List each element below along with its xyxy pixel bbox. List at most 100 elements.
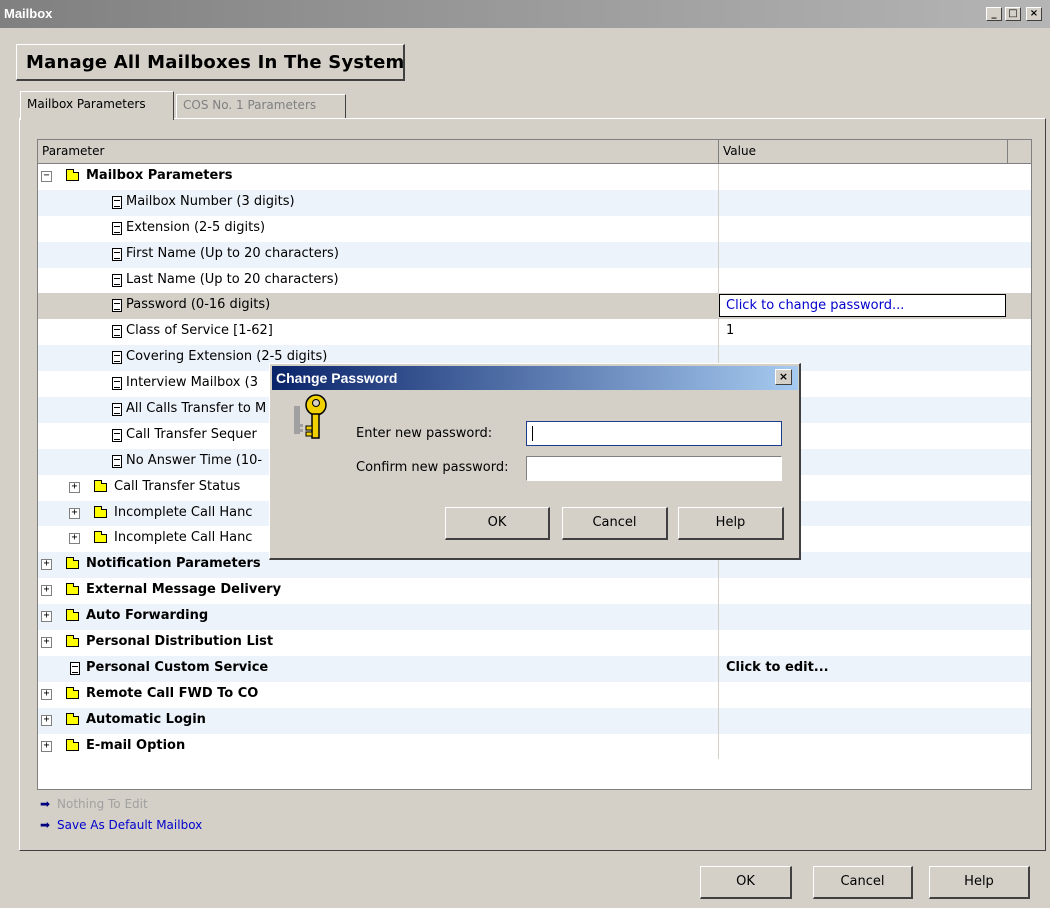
table-row[interactable]: Extension (2-5 digits) — [38, 215, 1031, 242]
arrow-right-icon: ➡ — [40, 797, 51, 811]
tab-cos-parameters[interactable]: COS No. 1 Parameters — [176, 94, 346, 118]
close-button[interactable]: × — [1026, 7, 1042, 21]
expand-icon[interactable]: + — [69, 481, 80, 493]
save-as-default-link[interactable]: ➡ Save As Default Mailbox — [40, 818, 202, 839]
expand-icon[interactable]: + — [41, 740, 52, 752]
help-button[interactable]: Help — [929, 866, 1030, 899]
row-label: Notification Parameters — [86, 556, 261, 572]
folder-icon — [66, 686, 79, 699]
folder-icon — [94, 505, 107, 518]
expand-icon[interactable]: + — [69, 533, 80, 545]
document-icon — [112, 299, 122, 313]
table-row[interactable]: + Automatic Login — [38, 707, 1031, 734]
row-label: Mailbox Parameters — [86, 168, 233, 183]
table-row[interactable]: Mailbox Number (3 digits) — [38, 189, 1031, 216]
table-row[interactable]: Personal Custom Service Click to edit... — [38, 655, 1031, 682]
document-icon — [112, 221, 122, 235]
minimize-button[interactable]: _ — [986, 7, 1002, 21]
link-label: Nothing To Edit — [57, 797, 148, 811]
table-row[interactable]: + External Message Delivery — [38, 578, 1031, 605]
folder-icon — [66, 169, 79, 181]
row-value: Click to change password... — [726, 298, 905, 314]
document-icon — [112, 403, 122, 417]
maximize-button[interactable]: □ — [1005, 7, 1021, 21]
column-header-value[interactable]: Value — [719, 140, 1008, 164]
change-password-value-cell[interactable]: Click to change password... — [719, 294, 1006, 318]
confirm-password-label: Confirm new password: — [356, 460, 509, 475]
nothing-to-edit-link: ➡ Nothing To Edit — [40, 797, 202, 818]
row-label: Remote Call FWD To CO — [86, 685, 259, 701]
action-links: ➡ Nothing To Edit ➡ Save As Default Mail… — [40, 797, 202, 839]
dialog-titlebar[interactable]: Change Password × — [272, 366, 798, 390]
row-label: Mailbox Number (3 digits) — [126, 193, 295, 209]
column-divider — [718, 319, 719, 346]
document-icon — [70, 661, 80, 675]
dialog-help-button[interactable]: Help — [678, 507, 784, 540]
document-icon — [112, 247, 122, 261]
table-row[interactable]: + Auto Forwarding — [38, 604, 1031, 631]
folder-icon — [66, 635, 79, 648]
row-value[interactable]: Click to edit... — [726, 660, 829, 675]
dialog-ok-button[interactable]: OK — [445, 507, 550, 540]
column-header-parameter[interactable]: Parameter — [38, 140, 719, 164]
row-label: Password (0-16 digits) — [126, 297, 271, 313]
table-row[interactable]: First Name (Up to 20 characters) — [38, 241, 1031, 268]
page-title: Manage All Mailboxes In The System — [16, 44, 405, 81]
document-icon — [112, 377, 122, 391]
expand-icon[interactable]: + — [41, 559, 52, 571]
table-row[interactable]: Class of Service [1-62] 1 — [38, 319, 1031, 346]
table-row[interactable]: Last Name (Up to 20 characters) — [38, 267, 1031, 294]
new-password-input[interactable] — [526, 421, 782, 446]
expand-icon[interactable]: + — [69, 507, 80, 519]
column-divider — [718, 241, 719, 268]
table-row[interactable]: + E-mail Option — [38, 733, 1031, 760]
column-divider — [718, 655, 719, 682]
column-divider — [718, 215, 719, 242]
arrow-right-icon: ➡ — [40, 818, 51, 832]
text-caret — [532, 426, 533, 441]
mailbox-window: Mailbox _ □ × Manage All Mailboxes In Th… — [0, 0, 1050, 908]
row-label: Last Name (Up to 20 characters) — [126, 271, 339, 287]
window-titlebar[interactable]: Mailbox _ □ × — [0, 0, 1050, 28]
window-title: Mailbox — [4, 6, 53, 21]
grid-header: Parameter Value — [38, 140, 1031, 164]
expand-icon[interactable]: + — [41, 688, 52, 700]
table-row[interactable]: Password (0-16 digits) Click to change pa… — [38, 293, 1031, 320]
link-label: Save As Default Mailbox — [57, 818, 203, 832]
change-password-dialog: Change Password × Enter new password: Co… — [269, 363, 801, 560]
table-row[interactable]: − Mailbox Parameters — [38, 164, 1031, 190]
document-icon — [112, 428, 122, 442]
row-label: Automatic Login — [86, 711, 206, 727]
cancel-button[interactable]: Cancel — [813, 866, 913, 899]
row-label: Auto Forwarding — [86, 608, 209, 624]
row-label: Personal Custom Service — [86, 659, 269, 675]
row-label: E-mail Option — [86, 737, 186, 753]
dialog-cancel-button[interactable]: Cancel — [562, 507, 668, 540]
expand-icon[interactable]: + — [41, 585, 52, 597]
folder-icon — [66, 712, 79, 725]
document-icon — [112, 325, 122, 339]
row-label: All Calls Transfer to M — [126, 401, 267, 417]
document-icon — [112, 454, 122, 468]
expand-icon[interactable]: + — [41, 714, 52, 726]
row-value[interactable]: 1 — [726, 323, 734, 338]
column-divider — [718, 604, 719, 631]
expand-icon[interactable]: + — [41, 611, 52, 623]
row-label: Interview Mailbox (3 — [126, 375, 258, 391]
table-row[interactable]: + Remote Call FWD To CO — [38, 681, 1031, 708]
row-label: No Answer Time (10- — [126, 452, 263, 468]
tab-mailbox-parameters[interactable]: Mailbox Parameters — [20, 91, 174, 120]
row-label: Extension (2-5 digits) — [126, 219, 266, 235]
document-icon — [112, 195, 122, 209]
column-divider — [718, 578, 719, 605]
folder-icon — [94, 531, 107, 544]
expand-icon[interactable]: + — [41, 637, 52, 649]
dialog-close-button[interactable]: × — [775, 369, 792, 385]
confirm-password-input[interactable] — [526, 456, 782, 481]
collapse-icon[interactable]: − — [41, 171, 52, 182]
row-label: Personal Distribution List — [86, 634, 274, 650]
table-row[interactable]: + Personal Distribution List — [38, 630, 1031, 656]
row-label: Incomplete Call Hanc — [114, 504, 253, 520]
ok-button[interactable]: OK — [700, 866, 792, 899]
column-divider — [718, 733, 719, 760]
